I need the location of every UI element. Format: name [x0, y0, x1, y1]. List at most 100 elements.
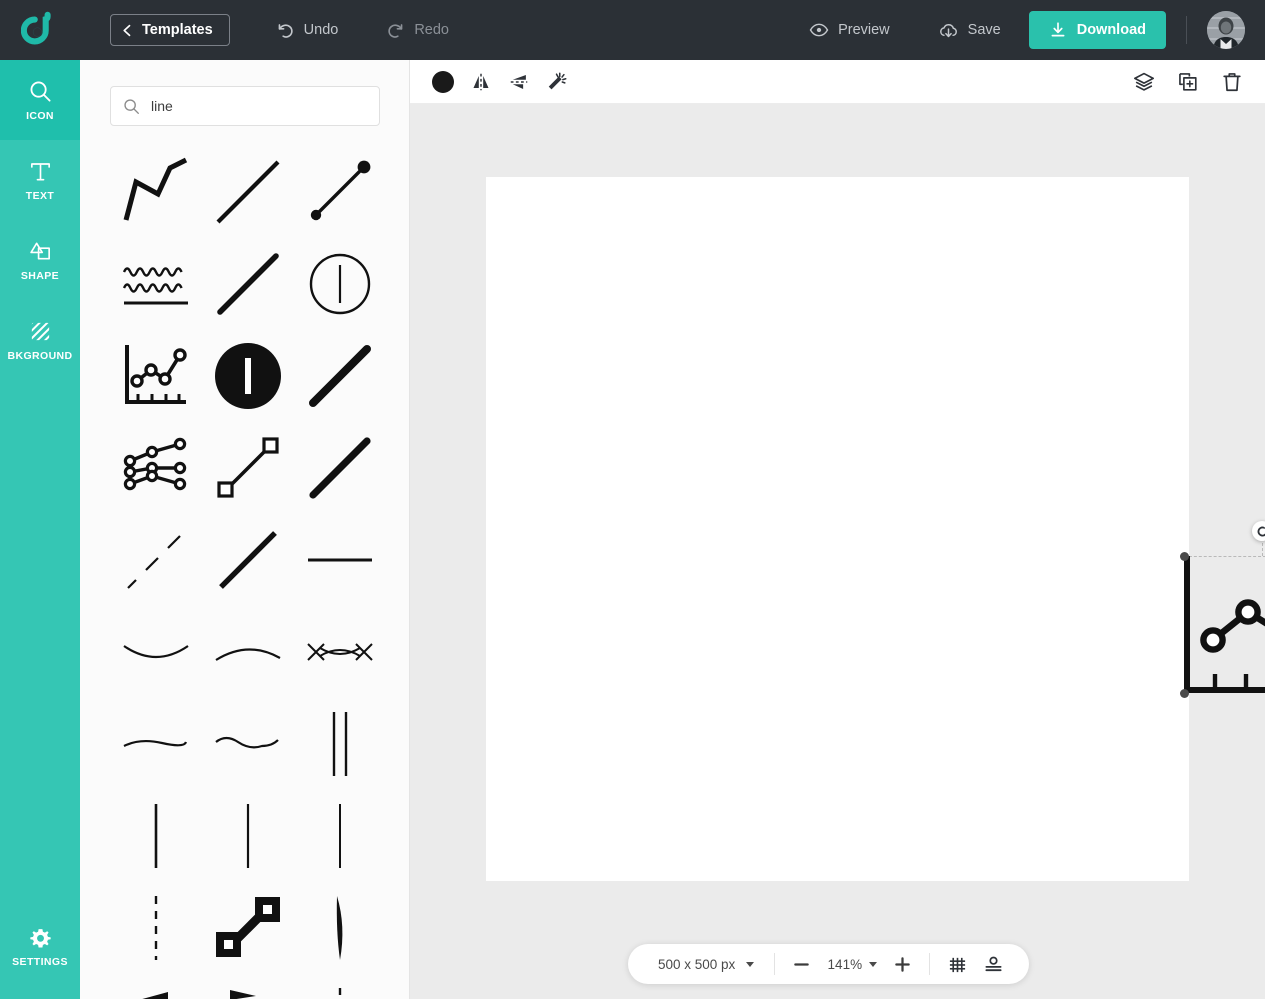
icon-result-dashed-diagonal[interactable]: [110, 514, 202, 606]
trash-icon: [1223, 72, 1241, 91]
artboard[interactable]: [486, 177, 1265, 881]
selected-object[interactable]: [1179, 521, 1265, 698]
icon-result-vertical-line-3[interactable]: [294, 790, 386, 882]
icon-results-grid: [110, 146, 386, 999]
gear-icon: [29, 928, 51, 948]
icon-result-convex-curve[interactable]: [202, 606, 294, 698]
redo-button[interactable]: Redo: [382, 0, 453, 60]
top-toolbar: Templates Undo Redo Preview Save Downloa…: [0, 0, 1265, 60]
icon-result-multi-line-chart[interactable]: [110, 422, 202, 514]
icon-result-curved-vertical-stroke[interactable]: [294, 882, 386, 974]
icon-result-dotted-vertical[interactable]: [110, 882, 202, 974]
canvas-workspace[interactable]: [410, 104, 1265, 999]
sidebar-item-shape[interactable]: SHAPE: [0, 220, 80, 300]
fill-color-swatch[interactable]: [432, 70, 454, 93]
circle-with-vertical-line-icon: [309, 253, 371, 315]
sidebar-item-settings[interactable]: SETTINGS: [0, 907, 80, 987]
sidebar-item-text[interactable]: TEXT: [0, 140, 80, 220]
icon-result-wavy-lines[interactable]: [110, 238, 202, 330]
grid-toggle-button[interactable]: [948, 955, 967, 974]
wavy-horizontal-line-2-icon: [215, 736, 279, 749]
line-chart-artwork: [1184, 556, 1265, 693]
horizontal-line-icon: [308, 558, 372, 562]
editor-app: Templates Undo Redo Preview Save Downloa…: [0, 0, 1265, 999]
resize-handle-bottom-left[interactable]: [1179, 688, 1189, 698]
filled-circle-bar-icon: [215, 343, 281, 409]
resize-handle-top-left[interactable]: [1179, 551, 1189, 561]
flip-horizontal-icon: [473, 73, 489, 90]
icon-result-line-endpoints[interactable]: [294, 146, 386, 238]
icon-result-line-square-nodes-bold[interactable]: [202, 882, 294, 974]
icon-result-filled-circle-bar[interactable]: [202, 330, 294, 422]
app-logo[interactable]: [0, 0, 80, 60]
zigzag-line-icon: [123, 157, 188, 221]
rotate-handle[interactable]: [1252, 521, 1265, 541]
icon-panel: [80, 60, 410, 999]
delete-button[interactable]: [1221, 71, 1243, 93]
sidebar-item-shape-label: SHAPE: [20, 269, 60, 282]
preview-button[interactable]: Preview: [805, 0, 894, 60]
search-box[interactable]: [110, 86, 380, 126]
wavy-horizontal-line-icon: [123, 739, 188, 747]
dashed-diagonal-line-icon: [127, 535, 181, 589]
sidebar-item-icon[interactable]: ICON: [0, 60, 80, 140]
text-t-icon: [30, 162, 50, 180]
diagonal-line-thin-icon: [216, 160, 280, 224]
zoom-in-button[interactable]: [894, 956, 911, 973]
flip-vertical-button[interactable]: [508, 71, 530, 93]
icon-result-line-chart-axes[interactable]: [110, 330, 202, 422]
icon-result-horizontal-line[interactable]: [294, 514, 386, 606]
icon-result-wavy-horizontal[interactable]: [110, 698, 202, 790]
plus-icon: [895, 956, 911, 972]
snap-align-toggle-button[interactable]: [984, 955, 1003, 974]
icon-result-dotted-line-partial[interactable]: [294, 974, 386, 999]
icon-result-diagonal-thin[interactable]: [202, 146, 294, 238]
duplicate-button[interactable]: [1177, 71, 1199, 93]
snap-align-icon: [985, 956, 1002, 971]
icon-result-double-vertical[interactable]: [294, 698, 386, 790]
layers-button[interactable]: [1133, 71, 1155, 93]
icon-result-vertical-line-2[interactable]: [202, 790, 294, 882]
layers-icon: [1134, 72, 1154, 91]
icon-result-arrow-left-filled[interactable]: [110, 974, 202, 999]
download-button[interactable]: Download: [1028, 11, 1166, 49]
icon-result-line-square-nodes[interactable]: [202, 422, 294, 514]
zoom-out-button[interactable]: [793, 956, 810, 973]
sidebar-item-bkground[interactable]: BKGROUND: [0, 300, 80, 380]
shapes-icon: [29, 242, 50, 260]
arrow-left-filled-icon: [142, 992, 168, 999]
concave-curve-icon: [123, 645, 189, 658]
icon-result-concave-curve[interactable]: [110, 606, 202, 698]
dotted-line-partial-icon: [338, 988, 342, 999]
flip-vertical-icon: [510, 74, 528, 89]
icon-result-diagonal-medium[interactable]: [202, 238, 294, 330]
canvas-size-dropdown[interactable]: 500 x 500 px: [632, 957, 774, 972]
zoom-level-dropdown[interactable]: 141%: [826, 957, 878, 972]
avatar[interactable]: [1207, 11, 1245, 49]
icon-result-lens-shape[interactable]: [294, 606, 386, 698]
lens-shape-icon: [307, 643, 373, 661]
undo-icon: [278, 23, 293, 38]
undo-button[interactable]: Undo: [272, 0, 343, 60]
icon-result-wavy-horizontal-2[interactable]: [202, 698, 294, 790]
search-icon: [124, 98, 139, 114]
icon-result-vertical-line[interactable]: [110, 790, 202, 882]
icon-result-circle-vline[interactable]: [294, 238, 386, 330]
flip-horizontal-button[interactable]: [470, 71, 492, 93]
multi-line-chart-icon: [123, 437, 187, 491]
vertical-line-3-icon: [339, 804, 341, 868]
line-with-endpoints-icon: [310, 160, 371, 221]
search-input[interactable]: [151, 98, 361, 114]
icon-result-diagonal-thick[interactable]: [294, 330, 386, 422]
magic-wand-button[interactable]: [546, 71, 568, 93]
icon-result-diagonal-bold[interactable]: [202, 514, 294, 606]
icon-result-chevrons[interactable]: [202, 974, 294, 999]
icon-result-diagonal-thick-2[interactable]: [294, 422, 386, 514]
canvas-size-label: 500 x 500 px: [658, 956, 736, 972]
chevrons-icon: [230, 990, 256, 999]
templates-button[interactable]: Templates: [110, 14, 230, 46]
icon-result-zigzag-line[interactable]: [110, 146, 202, 238]
sidebar-item-text-label: TEXT: [25, 189, 55, 202]
vertical-line-2-icon: [246, 804, 250, 868]
save-button[interactable]: Save: [934, 0, 1005, 60]
